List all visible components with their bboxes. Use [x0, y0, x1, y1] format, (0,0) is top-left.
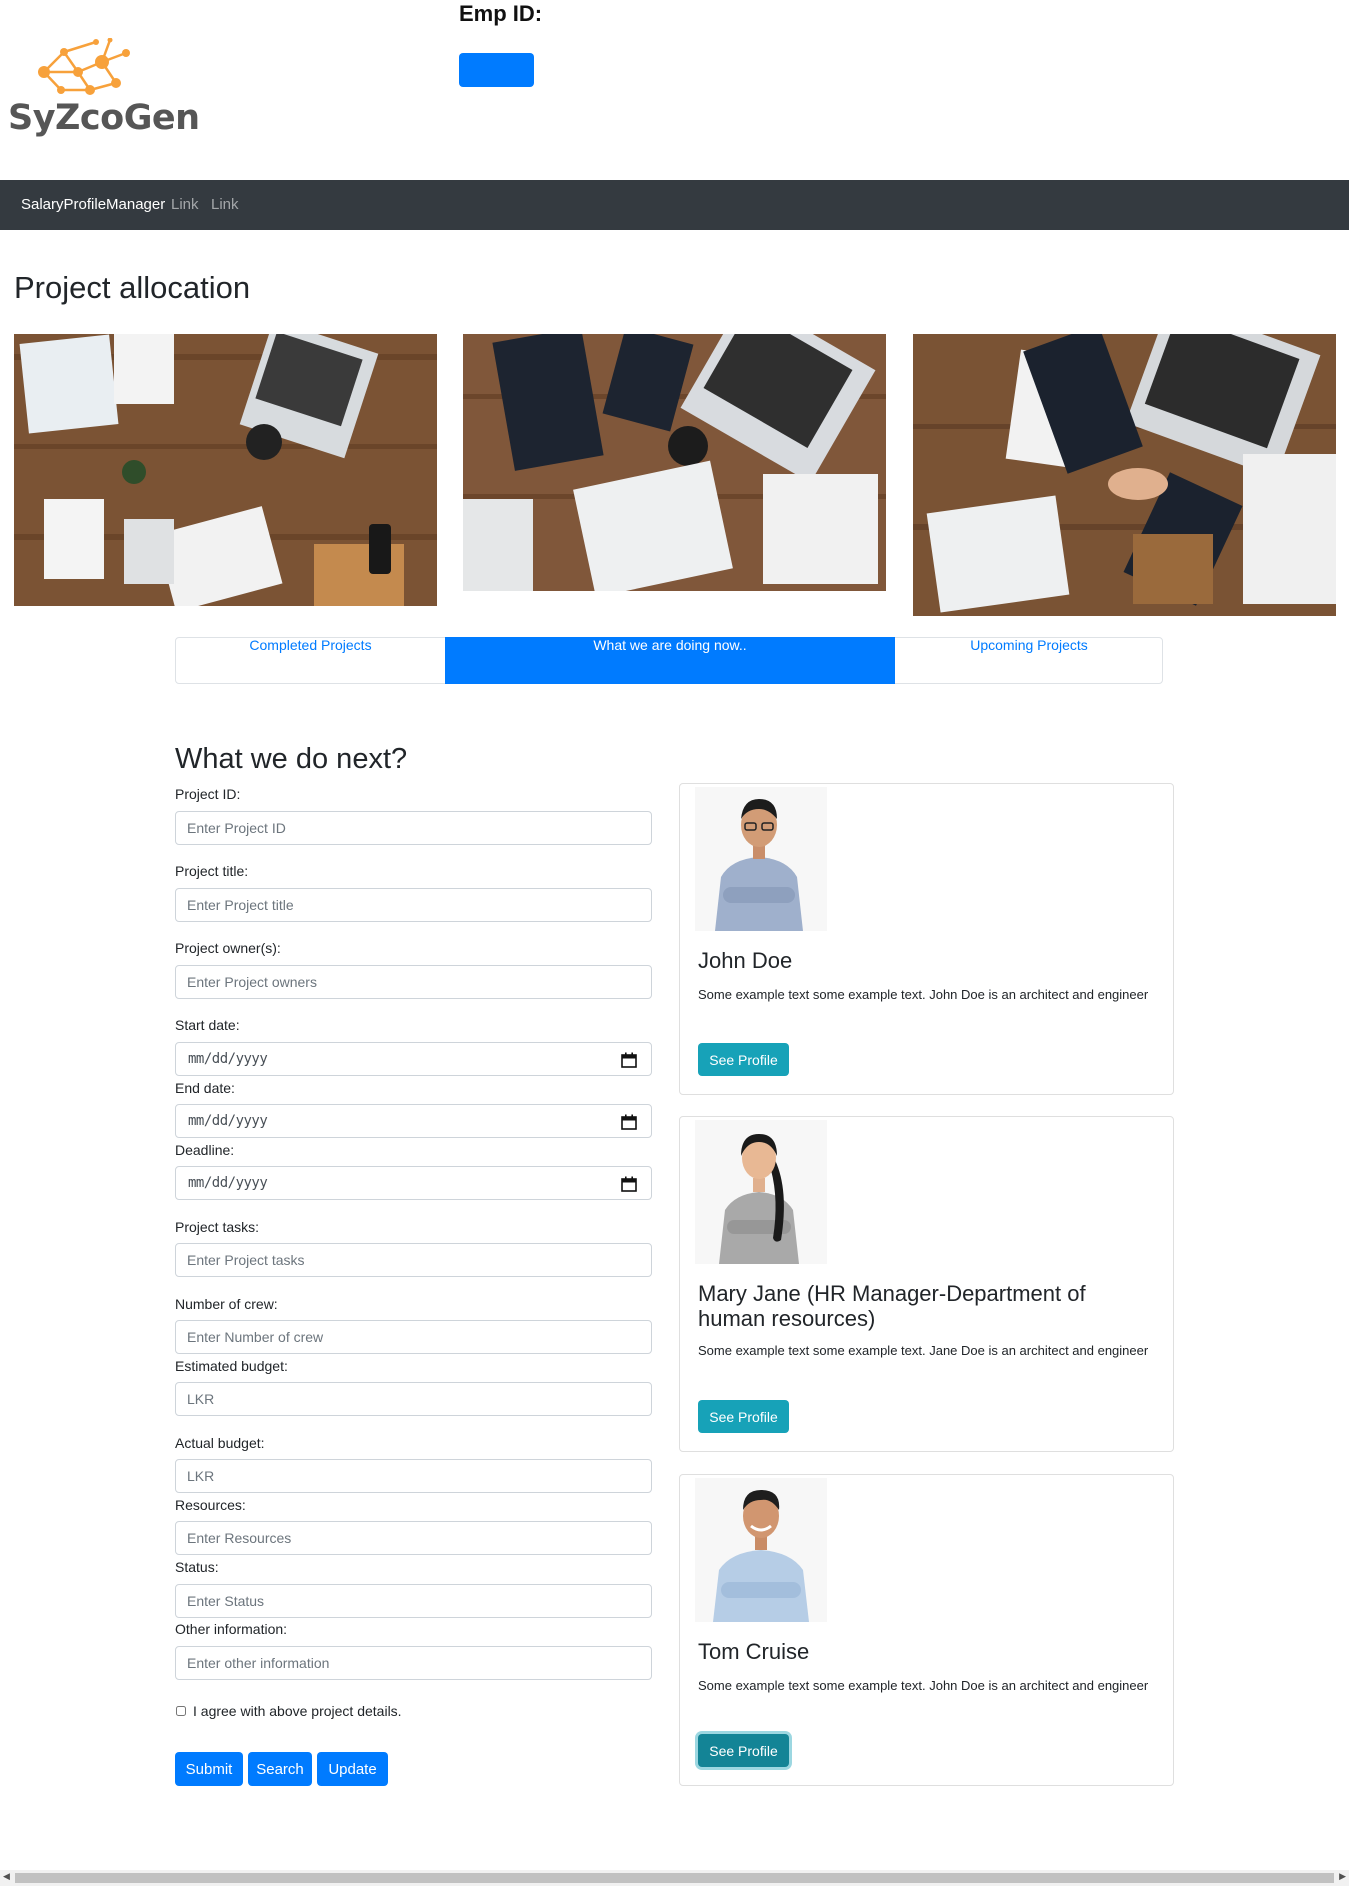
form-title: What we do next? — [175, 743, 408, 775]
end-date-value: mm/dd/yyyy — [188, 1113, 268, 1129]
logo-text: SyZcoGen — [8, 98, 200, 138]
status-label: Status: — [175, 1559, 219, 1575]
company-logo: SyZcoGen — [6, 38, 200, 142]
estimated-budget-label: Estimated budget: — [175, 1358, 288, 1374]
end-date-input[interactable]: mm/dd/yyyy — [175, 1104, 652, 1138]
project-owners-input[interactable] — [175, 965, 652, 999]
agree-label: I agree with above project details. — [193, 1703, 402, 1719]
navbar: SalaryProfileManager Link Link — [0, 180, 1349, 230]
profile-name: Mary Jane (HR Manager-Department of huma… — [698, 1281, 1086, 1331]
calendar-icon[interactable] — [621, 1114, 637, 1130]
scroll-left-arrow[interactable]: ◀ — [3, 1872, 10, 1882]
nav-link-2[interactable]: Link — [211, 196, 239, 213]
see-profile-button[interactable]: See Profile — [698, 1400, 789, 1433]
project-id-label: Project ID: — [175, 786, 241, 802]
office-desk-photo-3 — [913, 334, 1336, 616]
agree-checkbox[interactable] — [176, 1706, 186, 1716]
profile-description: Some example text some example text. Joh… — [698, 1678, 1149, 1693]
tab-current-projects[interactable]: What we are doing now.. — [445, 637, 895, 684]
project-tasks-input[interactable] — [175, 1243, 652, 1277]
search-button[interactable]: Search — [248, 1752, 312, 1786]
profile-card: Mary Jane (HR Manager-Department of huma… — [679, 1116, 1174, 1452]
tab-completed-projects[interactable]: Completed Projects — [176, 637, 445, 684]
actual-budget-label: Actual budget: — [175, 1435, 265, 1451]
crew-label: Number of crew: — [175, 1296, 278, 1312]
calendar-icon[interactable] — [621, 1052, 637, 1068]
nav-link-1[interactable]: Link — [171, 196, 199, 213]
see-profile-button[interactable]: See Profile — [698, 1043, 789, 1076]
other-info-label: Other information: — [175, 1621, 288, 1637]
profile-name: Tom Cruise — [698, 1639, 810, 1664]
project-tasks-label: Project tasks: — [175, 1219, 260, 1235]
crew-input[interactable] — [175, 1320, 652, 1354]
resources-label: Resources: — [175, 1497, 246, 1513]
profile-photo — [695, 1120, 827, 1264]
office-desk-photo-1 — [14, 334, 437, 606]
tab-upcoming-projects[interactable]: Upcoming Projects — [895, 637, 1163, 684]
profile-card: Tom Cruise Some example text some exampl… — [679, 1474, 1174, 1786]
other-info-input[interactable] — [175, 1646, 652, 1680]
profile-photo — [695, 787, 827, 931]
scrollbar-thumb[interactable] — [15, 1873, 1334, 1883]
profile-name: John Doe — [698, 948, 793, 973]
end-date-label: End date: — [175, 1080, 235, 1096]
start-date-value: mm/dd/yyyy — [188, 1051, 268, 1067]
deadline-label: Deadline: — [175, 1142, 235, 1158]
page-title: Project allocation — [14, 270, 251, 305]
actual-budget-input[interactable] — [175, 1459, 652, 1493]
project-owners-label: Project owner(s): — [175, 940, 281, 956]
submit-button[interactable]: Submit — [175, 1752, 243, 1786]
emp-id-label: Emp ID: — [459, 1, 543, 26]
project-tabs: Completed Projects What we are doing now… — [175, 637, 1163, 684]
horizontal-scrollbar[interactable]: ◀ ▶ — [0, 1870, 1349, 1886]
start-date-label: Start date: — [175, 1017, 240, 1033]
scroll-right-arrow[interactable]: ▶ — [1339, 1872, 1346, 1882]
profile-photo — [695, 1478, 827, 1622]
update-button[interactable]: Update — [317, 1752, 388, 1786]
status-input[interactable] — [175, 1584, 652, 1618]
profile-card: John Doe Some example text some example … — [679, 783, 1174, 1095]
start-date-input[interactable]: mm/dd/yyyy — [175, 1042, 652, 1076]
estimated-budget-input[interactable] — [175, 1382, 652, 1416]
project-title-label: Project title: — [175, 863, 249, 879]
see-profile-button[interactable]: See Profile — [698, 1734, 789, 1767]
navbar-brand[interactable]: SalaryProfileManager — [21, 196, 165, 213]
calendar-icon[interactable] — [621, 1176, 637, 1192]
emp-id-button[interactable] — [459, 53, 534, 87]
resources-input[interactable] — [175, 1521, 652, 1555]
project-id-input[interactable] — [175, 811, 652, 845]
profile-description: Some example text some example text. Jan… — [698, 1343, 1149, 1358]
project-title-input[interactable] — [175, 888, 652, 922]
deadline-input[interactable]: mm/dd/yyyy — [175, 1166, 652, 1200]
deadline-value: mm/dd/yyyy — [188, 1175, 268, 1191]
profile-description: Some example text some example text. Joh… — [698, 987, 1149, 1002]
office-desk-photo-2 — [463, 334, 886, 591]
